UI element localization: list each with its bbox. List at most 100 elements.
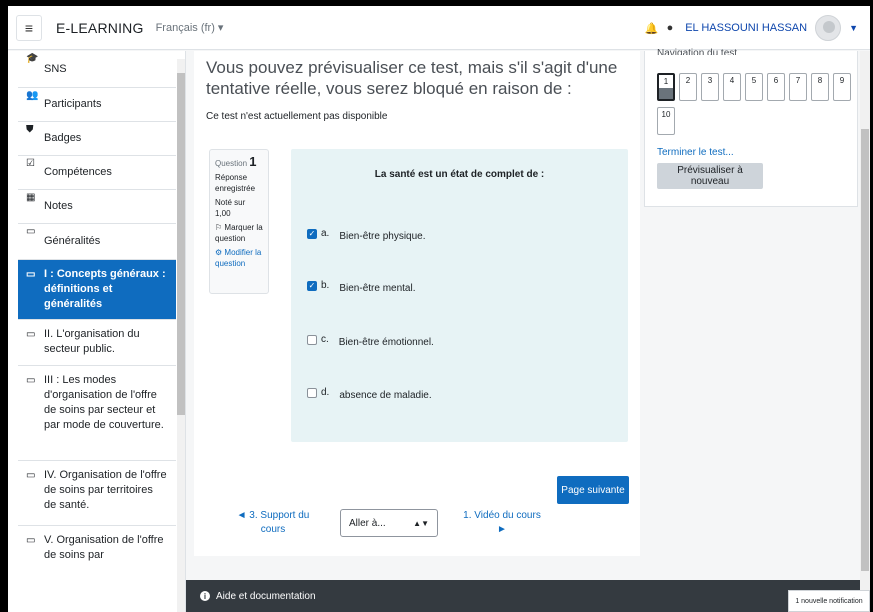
page-scrollbar[interactable] [860,51,870,612]
shield-icon: ⛊ [26,124,34,135]
question-grade: Noté sur 1,00 [215,198,246,218]
checkbox-answer-c[interactable] [307,334,317,345]
flag-icon: ⚐ [215,223,223,232]
checkbox-icon: ☑ [26,158,35,169]
question-text: La santé est un état de complet de : [374,169,545,180]
checkbox-answer-a[interactable]: ✓ [307,228,317,239]
availability-notice: Ce test n'est actuellement pas disponibl… [206,111,388,122]
quiz-nav-button-label: 8 [817,76,823,85]
sidebar-item-notes[interactable]: ▦ Notes [18,190,176,224]
sidebar-item-label: Généralités [44,235,101,247]
quiz-nav-button-3[interactable]: 3 [701,73,719,101]
user-menu-area: 🔔 ● EL HASSOUNI HASSAN ▼ [645,6,858,50]
sidebar-item-section-3[interactable]: ▭ III : Les modes d'organisation de l'of… [18,366,176,461]
quiz-nav-button-label: 1 [663,77,669,86]
table-icon: ▦ [26,192,36,203]
sidebar-scrollbar[interactable] [177,59,185,612]
quiz-nav-button-label: 2 [685,76,691,85]
sidebar-item-badges[interactable]: ⛊ Badges [18,122,176,156]
quiz-nav-button-10[interactable]: 10 [657,107,675,135]
quiz-nav-button-label: 6 [773,76,779,85]
answer-d[interactable]: d. absence de maladie. [307,384,432,401]
gear-icon: ⚙ [215,248,223,257]
checkbox-answer-b[interactable]: ✓ [307,280,317,291]
page-footer: i Aide et documentation [186,580,860,612]
jump-to-select[interactable]: Aller à... ▲▼ [340,509,438,537]
sidebar-item-sns[interactable]: 🎓 SNS [18,51,176,88]
next-page-button[interactable]: Page suivante [557,476,629,504]
chat-icon[interactable]: ● [667,22,674,34]
jump-to-value: Aller à... [349,517,386,529]
answer-text: Bien-être émotionnel. [338,337,434,348]
sidebar-scrollbar-thumb[interactable] [177,73,185,415]
folder-icon: ▭ [26,535,36,546]
sidebar-item-label: Badges [44,132,82,144]
answer-a[interactable]: ✓ a. Bien-être physique. [307,225,426,242]
answer-text: Bien-être mental. [339,283,416,294]
answer-c[interactable]: c. Bien-être émotionnel. [307,331,434,348]
answer-letter: c. [321,334,329,345]
sidebar-item-section-5[interactable]: ▭ V. Organisation de l'offre de soins pa… [18,526,176,576]
chevron-down-icon[interactable]: ▼ [849,23,858,33]
sidebar-item-competences[interactable]: ☑ Compétences [18,156,176,190]
finish-test-link[interactable]: Terminer le test... [657,147,734,158]
question-number: Question 1 [215,154,263,169]
question-info: Question 1 Réponse enregistrée Noté sur … [209,149,269,294]
question-state: Réponse enregistrée [215,173,256,193]
question-content: La santé est un état de complet de : ✓ a… [291,149,628,442]
course-sidebar: 🎓 SNS 👥 Participants ⛊ Badges ☑ Compéten… [8,51,186,612]
bell-icon[interactable]: 🔔 [645,22,659,35]
next-activity-link[interactable]: 1. Vidéo du cours ► [460,509,544,537]
language-selector[interactable]: Français (fr) ▾ [156,21,224,34]
sidebar-item-generalites[interactable]: ▭ Généralités [18,224,176,260]
quiz-nav-button-7[interactable]: 7 [789,73,807,101]
page-heading: Vous pouvez prévisualiser ce test, mais … [206,58,618,98]
graduation-cap-icon: 🎓 [26,53,39,64]
quiz-nav-button-9[interactable]: 9 [833,73,851,101]
edit-question-label: Modifier la question [215,248,262,268]
hamburger-icon[interactable]: ≡ [16,14,42,41]
folder-icon: ▭ [26,226,36,237]
sidebar-item-section-4[interactable]: ▭ IV. Organisation de l'offre de soins p… [18,461,176,526]
quiz-nav-button-label: 9 [839,76,845,85]
edit-question-link[interactable]: ⚙ Modifier la question [215,247,263,269]
sidebar-item-section-1[interactable]: ▭ I : Concepts généraux : définitions et… [18,260,176,320]
flag-question-link[interactable]: ⚐ Marquer la question [215,222,263,244]
preview-again-button[interactable]: Prévisualiser à nouveau [657,163,763,189]
answered-indicator [659,88,673,99]
sidebar-item-label: IV. Organisation de l'offre de soins par… [44,469,167,511]
folder-icon: ▭ [26,470,36,481]
user-name[interactable]: EL HASSOUNI HASSAN [685,22,807,34]
quiz-navigation-block: Navigation du test 1 2 3 4 5 6 7 8 9 10 … [644,48,858,207]
select-arrows-icon: ▲▼ [413,518,429,528]
notification-toast[interactable]: 1 nouvelle notification [788,590,870,612]
folder-icon: ▭ [26,269,36,280]
folder-icon: ▭ [26,375,36,386]
site-brand[interactable]: E-LEARNING [56,20,144,36]
sidebar-list: 🎓 SNS 👥 Participants ⛊ Badges ☑ Compéten… [18,51,176,576]
page-scrollbar-thumb[interactable] [861,129,869,571]
avatar[interactable] [815,15,842,41]
quiz-nav-button-2[interactable]: 2 [679,73,697,101]
checkbox-answer-d[interactable] [307,387,317,398]
prev-activity-link[interactable]: ◄ 3. Support du cours [232,509,314,537]
quiz-nav-button-label: 5 [751,76,757,85]
answer-text: absence de maladie. [339,390,432,401]
sidebar-item-label: Compétences [44,166,112,178]
info-icon: i [200,591,210,601]
quiz-nav-button-label: 4 [729,76,735,85]
sidebar-item-label: V. Organisation de l'offre de soins par [44,534,164,561]
question-label: Question [215,159,248,168]
sidebar-item-section-2[interactable]: ▭ II. L'organisation du secteur public. [18,320,176,366]
quiz-nav-button-5[interactable]: 5 [745,73,763,101]
answer-b[interactable]: ✓ b. Bien-être mental. [307,277,416,294]
quiz-nav-button-4[interactable]: 4 [723,73,741,101]
quiz-nav-button-1[interactable]: 1 [657,73,675,101]
quiz-nav-button-8[interactable]: 8 [811,73,829,101]
folder-icon: ▭ [26,329,36,340]
quiz-nav-button-6[interactable]: 6 [767,73,785,101]
top-navbar: ≡ E-LEARNING Français (fr) ▾ 🔔 ● EL HASS… [8,6,870,50]
question-number-value: 1 [249,154,257,169]
sidebar-item-participants[interactable]: 👥 Participants [18,88,176,122]
help-link[interactable]: Aide et documentation [216,591,316,602]
